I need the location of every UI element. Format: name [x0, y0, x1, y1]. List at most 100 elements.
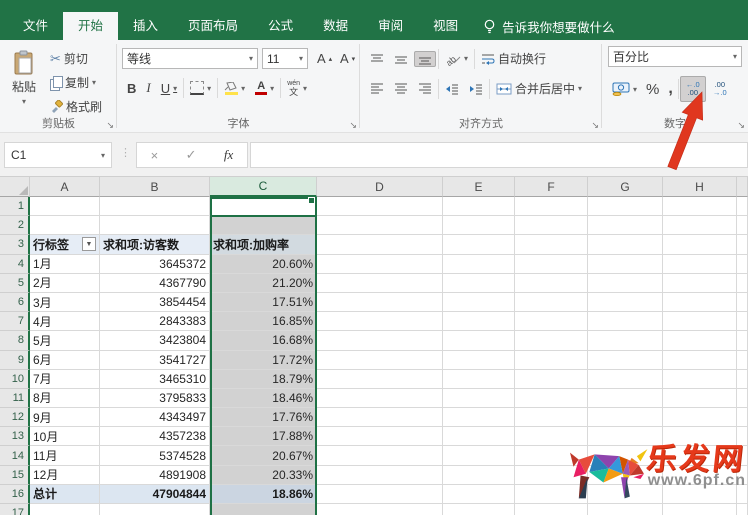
- name-box[interactable]: C1 ▾: [4, 142, 112, 168]
- row-header-6[interactable]: 6: [0, 293, 30, 312]
- cell-D7[interactable]: [317, 312, 443, 331]
- cell-H7[interactable]: [663, 312, 737, 331]
- cell-H10[interactable]: [663, 370, 737, 389]
- align-right-button[interactable]: [414, 81, 436, 97]
- row-header-1[interactable]: 1: [0, 197, 30, 216]
- row-header-17[interactable]: 17: [0, 504, 30, 515]
- number-format-select[interactable]: 百分比 ▾: [608, 46, 742, 67]
- tab-home[interactable]: 开始: [63, 12, 118, 40]
- cell-G7[interactable]: [588, 312, 663, 331]
- tab-formulas[interactable]: 公式: [253, 12, 308, 40]
- cell-A16[interactable]: 总计: [30, 485, 100, 504]
- row-header-13[interactable]: 13: [0, 427, 30, 446]
- cell-H16[interactable]: [663, 485, 737, 504]
- cell-F13[interactable]: [515, 427, 588, 446]
- cell-A5[interactable]: 2月: [30, 274, 100, 293]
- cell-D11[interactable]: [317, 389, 443, 408]
- fill-color-button[interactable]: ▾: [220, 80, 249, 97]
- column-header-F[interactable]: F: [515, 177, 588, 197]
- tab-file[interactable]: 文件: [8, 12, 63, 40]
- column-header-G[interactable]: G: [588, 177, 663, 197]
- cell-F17[interactable]: [515, 504, 588, 515]
- cell-G4[interactable]: [588, 255, 663, 274]
- cell-F12[interactable]: [515, 408, 588, 427]
- cell-E1[interactable]: [443, 197, 515, 216]
- cell-H8[interactable]: [663, 331, 737, 350]
- cell-E9[interactable]: [443, 351, 515, 370]
- increase-indent-button[interactable]: [465, 81, 487, 97]
- cell-A8[interactable]: 5月: [30, 331, 100, 350]
- cell-B2[interactable]: [100, 216, 210, 235]
- cell-F1[interactable]: [515, 197, 588, 216]
- row-header-2[interactable]: 2: [0, 216, 30, 235]
- cell-H2[interactable]: [663, 216, 737, 235]
- bold-button[interactable]: B: [123, 79, 140, 98]
- insert-function-icon[interactable]: fx: [224, 147, 233, 163]
- row-header-15[interactable]: 15: [0, 466, 30, 485]
- cell-C8[interactable]: 16.68%: [210, 331, 317, 350]
- row-header-10[interactable]: 10: [0, 370, 30, 389]
- cell-E3[interactable]: [443, 235, 515, 254]
- cell-G14[interactable]: [588, 446, 663, 465]
- cell-H12[interactable]: [663, 408, 737, 427]
- cell-G15[interactable]: [588, 466, 663, 485]
- middle-align-button[interactable]: [390, 51, 412, 67]
- accounting-format-button[interactable]: ▾: [608, 80, 641, 98]
- cell-F16[interactable]: [515, 485, 588, 504]
- cell-A14[interactable]: 11月: [30, 446, 100, 465]
- cell-E2[interactable]: [443, 216, 515, 235]
- cell-A10[interactable]: 7月: [30, 370, 100, 389]
- comma-style-button[interactable]: ,: [664, 78, 676, 100]
- cell-C4[interactable]: 20.60%: [210, 255, 317, 274]
- cell-G13[interactable]: [588, 427, 663, 446]
- number-dialog-launcher-icon[interactable]: ↘: [737, 120, 745, 130]
- cell-D1[interactable]: [317, 197, 443, 216]
- cell-D14[interactable]: [317, 446, 443, 465]
- cell-C15[interactable]: 20.33%: [210, 466, 317, 485]
- cell-C14[interactable]: 20.67%: [210, 446, 317, 465]
- cell-F2[interactable]: [515, 216, 588, 235]
- tell-me-box[interactable]: 告诉我你想要做什么: [473, 12, 625, 40]
- cell-B17[interactable]: [100, 504, 210, 515]
- cell-E4[interactable]: [443, 255, 515, 274]
- cell-E12[interactable]: [443, 408, 515, 427]
- cell-D13[interactable]: [317, 427, 443, 446]
- cell-C5[interactable]: 21.20%: [210, 274, 317, 293]
- cell-G11[interactable]: [588, 389, 663, 408]
- column-header-B[interactable]: B: [100, 177, 210, 197]
- cell-A11[interactable]: 8月: [30, 389, 100, 408]
- row-header-8[interactable]: 8: [0, 331, 30, 350]
- cell-B4[interactable]: 3645372: [100, 255, 210, 274]
- cell-C2[interactable]: [210, 216, 317, 235]
- cell-A12[interactable]: 9月: [30, 408, 100, 427]
- cell-D6[interactable]: [317, 293, 443, 312]
- cell-B16[interactable]: 47904844: [100, 485, 210, 504]
- phonetic-guide-button[interactable]: wén 文 ▾: [283, 78, 311, 98]
- orientation-button[interactable]: ab ▾: [441, 50, 472, 68]
- cell-B11[interactable]: 3795833: [100, 389, 210, 408]
- percent-style-button[interactable]: %: [642, 79, 663, 100]
- cell-H15[interactable]: [663, 466, 737, 485]
- cell-D5[interactable]: [317, 274, 443, 293]
- increase-decimal-button[interactable]: ←.0 .00: [680, 76, 706, 102]
- cell-F4[interactable]: [515, 255, 588, 274]
- cell-H9[interactable]: [663, 351, 737, 370]
- column-header-E[interactable]: E: [443, 177, 515, 197]
- cell-D12[interactable]: [317, 408, 443, 427]
- borders-button[interactable]: ▾: [186, 79, 215, 97]
- cell-B7[interactable]: 2843383: [100, 312, 210, 331]
- cell-A2[interactable]: [30, 216, 100, 235]
- cell-F8[interactable]: [515, 331, 588, 350]
- underline-button[interactable]: U▾: [157, 79, 181, 98]
- cell-F14[interactable]: [515, 446, 588, 465]
- cell-B8[interactable]: 3423804: [100, 331, 210, 350]
- bottom-align-button[interactable]: [414, 51, 436, 67]
- tab-page-layout[interactable]: 页面布局: [173, 12, 253, 40]
- cell-A17[interactable]: [30, 504, 100, 515]
- cell-C7[interactable]: 16.85%: [210, 312, 317, 331]
- cell-F11[interactable]: [515, 389, 588, 408]
- cell-H4[interactable]: [663, 255, 737, 274]
- cell-B5[interactable]: 4367790: [100, 274, 210, 293]
- cell-F15[interactable]: [515, 466, 588, 485]
- cell-H5[interactable]: [663, 274, 737, 293]
